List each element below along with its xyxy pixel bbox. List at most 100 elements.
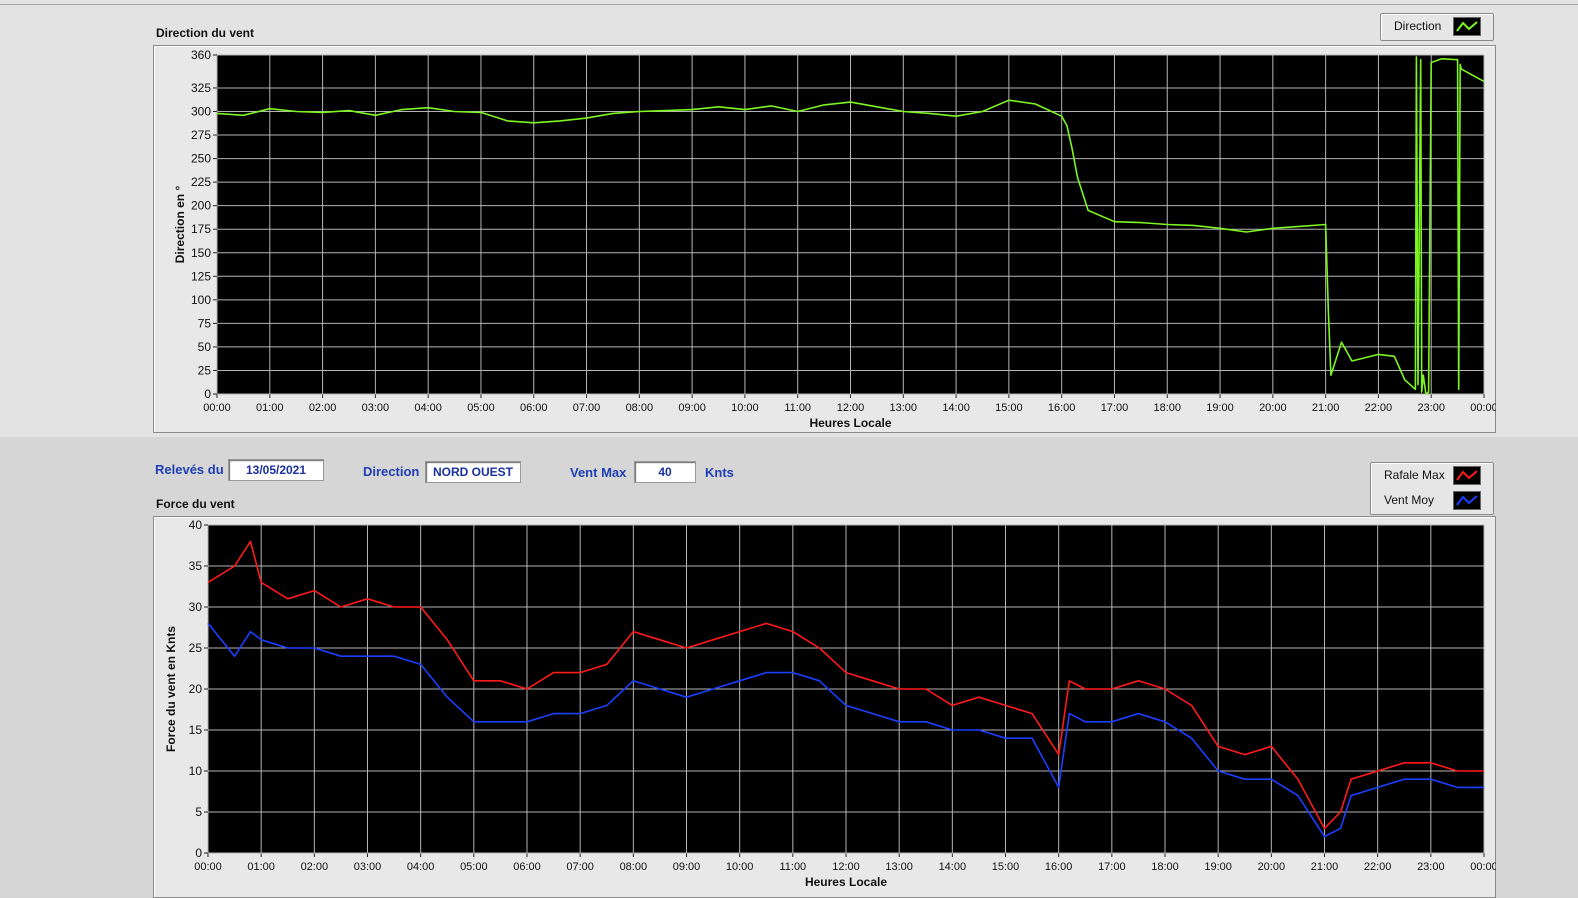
direction-x-tick-label: 22:00 [1365, 402, 1393, 414]
force-chart: 00:00 01:00 02:00 03:00 04:00 05:00 06:00 07:00… [164, 518, 1496, 889]
top-divider [0, 4, 1578, 5]
force-y-tick-label: 30 [189, 600, 203, 614]
force-x-tick-label: 16:00 [1045, 861, 1073, 873]
force-x-tick-label: 23:00 [1417, 861, 1445, 873]
direction-x-tick-label: 11:00 [784, 402, 811, 414]
force-x-tick-label: 03:00 [354, 861, 382, 873]
direction-x-tick-label: 07:00 [573, 402, 601, 414]
force-x-tick-label: 15:00 [992, 861, 1020, 873]
direction-x-tick-label: 19:00 [1206, 402, 1234, 414]
direction-y-tick-label: 100 [191, 293, 211, 307]
force-x-tick-label: 21:00 [1311, 861, 1339, 873]
direction-y-tick-label: 300 [191, 105, 211, 119]
legend-item-rafale: Rafale Max [1371, 464, 1493, 486]
force-y-tick-label: 15 [189, 723, 203, 737]
force-x-tick-label: 22:00 [1364, 861, 1392, 873]
direction-x-tick-label: 04:00 [414, 402, 442, 414]
direction-x-tick-label: 17:00 [1101, 402, 1129, 414]
legend-swatch-vent-moy-icon [1453, 491, 1481, 510]
force-x-tick-label: 12:00 [832, 861, 860, 873]
date-field[interactable]: 13/05/2021 [228, 459, 324, 481]
force-y-tick-label: 5 [195, 805, 202, 819]
direction-x-axis-label: Heures Locale [809, 416, 891, 430]
direction-x-tick-label: 03:00 [362, 402, 390, 414]
force-y-axis-label: Force du vent en Knts [164, 626, 178, 752]
direction-legend: Direction [1380, 13, 1494, 41]
direction-x-tick-label: 00:00 [1470, 402, 1496, 414]
direction-field[interactable]: NORD OUEST [425, 461, 521, 483]
force-x-tick-label: 11:00 [779, 861, 806, 873]
direction-x-tick-label: 13:00 [890, 402, 918, 414]
force-y-tick-label: 10 [189, 764, 203, 778]
direction-chart-title: Direction du vent [156, 26, 255, 40]
force-y-tick-label: 40 [189, 518, 203, 532]
direction-y-tick-label: 360 [191, 48, 211, 62]
force-y-tick-label: 35 [189, 559, 203, 573]
force-legend: Rafale Max Vent Moy [1370, 462, 1494, 515]
force-x-tick-label: 00:00 [1470, 861, 1496, 873]
legend-item-direction: Direction [1381, 15, 1493, 37]
force-x-tick-label: 17:00 [1098, 861, 1126, 873]
direction-y-tick-label: 275 [191, 128, 211, 142]
direction-y-tick-label: 225 [191, 175, 211, 189]
force-x-tick-label: 18:00 [1151, 861, 1179, 873]
direction-x-tick-label: 23:00 [1417, 402, 1445, 414]
direction-y-tick-label: 125 [191, 269, 211, 283]
direction-label: Direction [363, 464, 420, 479]
force-chart-title: Force du vent [156, 497, 235, 511]
direction-x-tick-label: 16:00 [1048, 402, 1076, 414]
legend-item-vent-moy: Vent Moy [1371, 489, 1493, 511]
legend-swatch-direction-icon [1453, 17, 1481, 36]
unit-label: Knts [705, 465, 734, 480]
direction-x-tick-label: 12:00 [837, 402, 865, 414]
force-y-tick-label: 20 [189, 682, 203, 696]
direction-y-tick-label: 175 [191, 222, 211, 236]
direction-x-tick-label: 14:00 [942, 402, 970, 414]
force-x-tick-label: 13:00 [885, 861, 913, 873]
direction-x-tick-label: 18:00 [1153, 402, 1181, 414]
legend-label-rafale: Rafale Max [1384, 468, 1445, 482]
direction-x-tick-label: 15:00 [995, 402, 1023, 414]
force-x-tick-label: 00:00 [194, 861, 222, 873]
force-x-tick-label: 10:00 [726, 861, 754, 873]
direction-x-tick-label: 05:00 [467, 402, 495, 414]
direction-x-tick-label: 06:00 [520, 402, 548, 414]
vent-max-label: Vent Max [570, 465, 627, 480]
force-x-tick-label: 05:00 [460, 861, 488, 873]
force-x-tick-label: 02:00 [301, 861, 329, 873]
direction-x-tick-label: 00:00 [203, 402, 231, 414]
direction-y-tick-label: 25 [198, 363, 212, 377]
direction-y-tick-label: 50 [198, 340, 212, 354]
direction-y-tick-label: 150 [191, 246, 211, 260]
direction-x-tick-label: 09:00 [678, 402, 706, 414]
direction-x-tick-label: 21:00 [1312, 402, 1340, 414]
legend-label-direction: Direction [1394, 19, 1442, 33]
direction-x-tick-label: 01:00 [256, 402, 284, 414]
direction-chart: 00:00 01:00 02:00 03:00 04:00 05:00 06:00 07:00… [173, 48, 1496, 430]
force-x-tick-label: 19:00 [1204, 861, 1232, 873]
direction-y-tick-label: 75 [198, 316, 212, 330]
force-y-tick-label: 25 [189, 641, 203, 655]
force-x-tick-label: 09:00 [673, 861, 701, 873]
force-x-tick-label: 20:00 [1258, 861, 1286, 873]
direction-y-tick-label: 200 [191, 199, 211, 213]
force-x-tick-label: 14:00 [939, 861, 967, 873]
direction-x-tick-label: 20:00 [1259, 402, 1287, 414]
vent-max-field[interactable]: 40 [634, 461, 696, 483]
legend-label-vent-moy: Vent Moy [1384, 493, 1435, 507]
force-x-tick-label: 06:00 [513, 861, 541, 873]
force-x-tick-label: 01:00 [247, 861, 275, 873]
force-x-tick-label: 04:00 [407, 861, 435, 873]
direction-x-tick-label: 02:00 [309, 402, 337, 414]
direction-x-tick-label: 08:00 [626, 402, 654, 414]
force-x-axis-label: Heures Locale [805, 875, 887, 889]
direction-y-tick-label: 325 [191, 81, 211, 95]
force-x-tick-label: 08:00 [620, 861, 648, 873]
direction-y-tick-label: 250 [191, 152, 211, 166]
force-x-tick-label: 07:00 [566, 861, 594, 873]
direction-y-tick-label: 0 [204, 387, 211, 401]
direction-x-tick-label: 10:00 [731, 402, 759, 414]
releves-label: Relevés du [155, 462, 224, 477]
legend-swatch-rafale-icon [1453, 466, 1481, 485]
force-y-tick-label: 0 [195, 846, 202, 860]
